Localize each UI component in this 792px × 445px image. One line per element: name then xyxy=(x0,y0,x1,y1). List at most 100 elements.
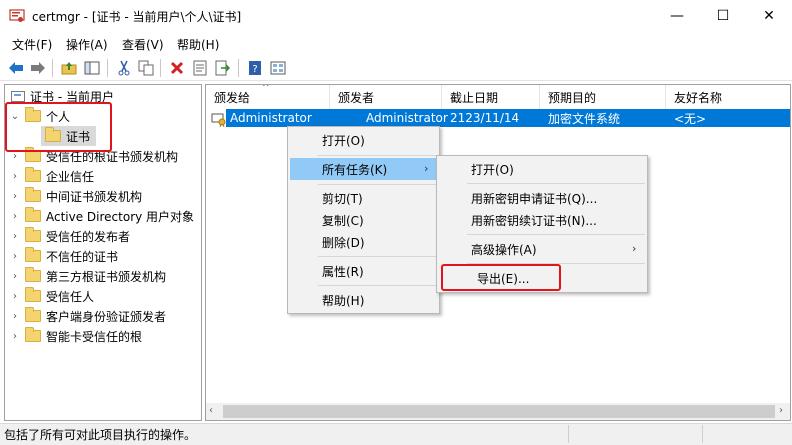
show-hide-tree-icon[interactable] xyxy=(82,58,102,78)
status-divider xyxy=(568,425,569,443)
export-list-icon[interactable] xyxy=(213,58,233,78)
context-menu-help[interactable]: 帮助(H) xyxy=(288,289,439,311)
column-header-label: 预期目的 xyxy=(548,90,597,105)
forward-icon[interactable] xyxy=(28,58,48,78)
menu-action[interactable]: 操作(A) xyxy=(66,36,108,53)
status-divider xyxy=(702,425,703,443)
menu-help[interactable]: 帮助(H) xyxy=(177,36,219,53)
scrollbar-thumb[interactable] xyxy=(223,405,775,418)
window-title: certmgr - [证书 - 当前用户\个人\证书] xyxy=(32,10,242,24)
back-icon[interactable] xyxy=(6,58,26,78)
tree-item-label: Active Directory 用户对象 xyxy=(46,209,195,224)
cell-friendly-name: <无> xyxy=(674,111,707,126)
chevron-right-icon[interactable]: › xyxy=(9,311,21,322)
chevron-right-icon[interactable]: › xyxy=(9,271,21,282)
menu-bar xyxy=(0,32,792,54)
scroll-left-icon[interactable]: ‹ xyxy=(209,405,213,416)
menu-separator xyxy=(318,285,436,286)
tree-item-label: 中间证书颁发机构 xyxy=(46,189,143,204)
toolbar-separator xyxy=(107,59,108,77)
toolbar-separator xyxy=(160,59,161,77)
tree-item-label: 企业信任 xyxy=(46,169,95,184)
menu-separator xyxy=(318,256,436,257)
folder-icon xyxy=(25,167,41,182)
close-button[interactable]: ✕ xyxy=(746,0,792,32)
chevron-right-icon[interactable]: › xyxy=(9,191,21,202)
tree-item-enterprise-trust[interactable]: › 企业信任 xyxy=(9,166,94,186)
submenu-open[interactable]: 打开(O) xyxy=(437,158,647,180)
tree-item-client-auth-issuers[interactable]: › 客户端身份验证颁发者 xyxy=(9,306,166,326)
column-header-friendly-name[interactable]: 友好名称 xyxy=(666,85,790,109)
tree-item-trusted-people[interactable]: › 受信任人 xyxy=(9,286,94,306)
column-header-label: 截止日期 xyxy=(450,90,499,105)
menu-file[interactable]: 文件(F) xyxy=(12,36,52,53)
column-header-issued-by[interactable]: 颁发者 xyxy=(330,85,442,109)
tree-item-label: 客户端身份验证颁发者 xyxy=(46,309,167,324)
folder-icon xyxy=(25,247,41,262)
context-menu-delete[interactable]: 删除(D) xyxy=(288,231,439,253)
cell-intended-purposes: 加密文件系统 xyxy=(548,111,621,126)
tree-item-label: 智能卡受信任的根 xyxy=(46,329,143,344)
menu-separator xyxy=(467,183,645,184)
tree-item-label: 受信任的发布者 xyxy=(46,229,131,244)
minimize-button[interactable]: — xyxy=(654,0,700,32)
submenu-arrow-icon: › xyxy=(424,162,429,175)
chevron-right-icon[interactable]: › xyxy=(9,211,21,222)
column-header-label: 颁发给 xyxy=(214,90,251,105)
column-header-label: 颁发者 xyxy=(338,90,375,105)
scroll-right-icon[interactable]: › xyxy=(779,405,783,416)
tree-item-untrusted[interactable]: › 不信任的证书 xyxy=(9,246,118,266)
column-header-expiration[interactable]: 截止日期 xyxy=(442,85,540,109)
copy-icon[interactable] xyxy=(136,58,156,78)
folder-icon xyxy=(25,327,41,342)
folder-icon xyxy=(25,187,41,202)
toolbar-separator xyxy=(52,59,53,77)
tree-item-intermediate-ca[interactable]: › 中间证书颁发机构 xyxy=(9,186,142,206)
context-menu-properties[interactable]: 属性(R) xyxy=(288,260,439,282)
column-header-label: 友好名称 xyxy=(674,90,723,105)
chevron-right-icon[interactable]: › xyxy=(9,231,21,242)
properties-icon[interactable] xyxy=(190,58,210,78)
certmgr-app-icon xyxy=(9,9,25,22)
submenu-request-new-key[interactable]: 用新密钥申请证书(Q)... xyxy=(437,187,647,209)
folder-icon xyxy=(25,207,41,222)
tree-item-third-party-root[interactable]: › 第三方根证书颁发机构 xyxy=(9,266,166,286)
tree-item-label: 第三方根证书颁发机构 xyxy=(46,269,167,284)
svg-text:?: ? xyxy=(252,64,257,75)
tree-item-label: 受信任人 xyxy=(46,289,95,304)
up-folder-icon[interactable] xyxy=(59,58,79,78)
chevron-right-icon[interactable]: › xyxy=(9,171,21,182)
chevron-right-icon[interactable]: › xyxy=(9,151,21,162)
submenu-renew-new-key[interactable]: 用新密钥续订证书(N)... xyxy=(437,209,647,231)
tree-item-trusted-publishers[interactable]: › 受信任的发布者 xyxy=(9,226,130,246)
context-menu-open[interactable]: 打开(O) xyxy=(288,129,439,151)
folder-icon xyxy=(25,307,41,322)
delete-icon[interactable] xyxy=(167,58,187,78)
annotation-highlight-tree xyxy=(5,102,112,152)
folder-icon xyxy=(25,287,41,302)
tree-item-ad-user-object[interactable]: › Active Directory 用户对象 xyxy=(9,206,194,226)
column-header-intended-purposes[interactable]: 预期目的 xyxy=(540,85,666,109)
context-menu: 打开(O) 所有任务(K) › 剪切(T) 复制(C) 删除(D) 属性(R) … xyxy=(287,126,440,314)
cell-issued-to: Administrator xyxy=(230,111,312,125)
context-menu-all-tasks[interactable]: 所有任务(K) xyxy=(290,158,439,180)
certificate-store-icon xyxy=(11,90,25,102)
menu-separator xyxy=(467,234,645,235)
folder-icon xyxy=(25,227,41,242)
annotation-highlight-export xyxy=(441,264,561,291)
help-icon[interactable]: ? xyxy=(245,58,265,78)
chevron-right-icon[interactable]: › xyxy=(9,291,21,302)
context-menu-copy[interactable]: 复制(C) xyxy=(288,209,439,231)
tree-item-smartcard-root[interactable]: › 智能卡受信任的根 xyxy=(9,326,142,346)
chevron-right-icon[interactable]: › xyxy=(9,251,21,262)
submenu-advanced-operations[interactable]: 高级操作(A) xyxy=(437,238,647,260)
cut-icon[interactable] xyxy=(114,58,134,78)
menu-view[interactable]: 查看(V) xyxy=(122,36,164,53)
chevron-right-icon[interactable]: › xyxy=(9,331,21,342)
menu-separator xyxy=(318,184,436,185)
tree-item-label: 不信任的证书 xyxy=(46,249,119,264)
folder-icon xyxy=(25,267,41,282)
view-icon[interactable] xyxy=(268,58,288,78)
context-menu-cut[interactable]: 剪切(T) xyxy=(288,187,439,209)
maximize-button[interactable]: ☐ xyxy=(700,0,746,32)
